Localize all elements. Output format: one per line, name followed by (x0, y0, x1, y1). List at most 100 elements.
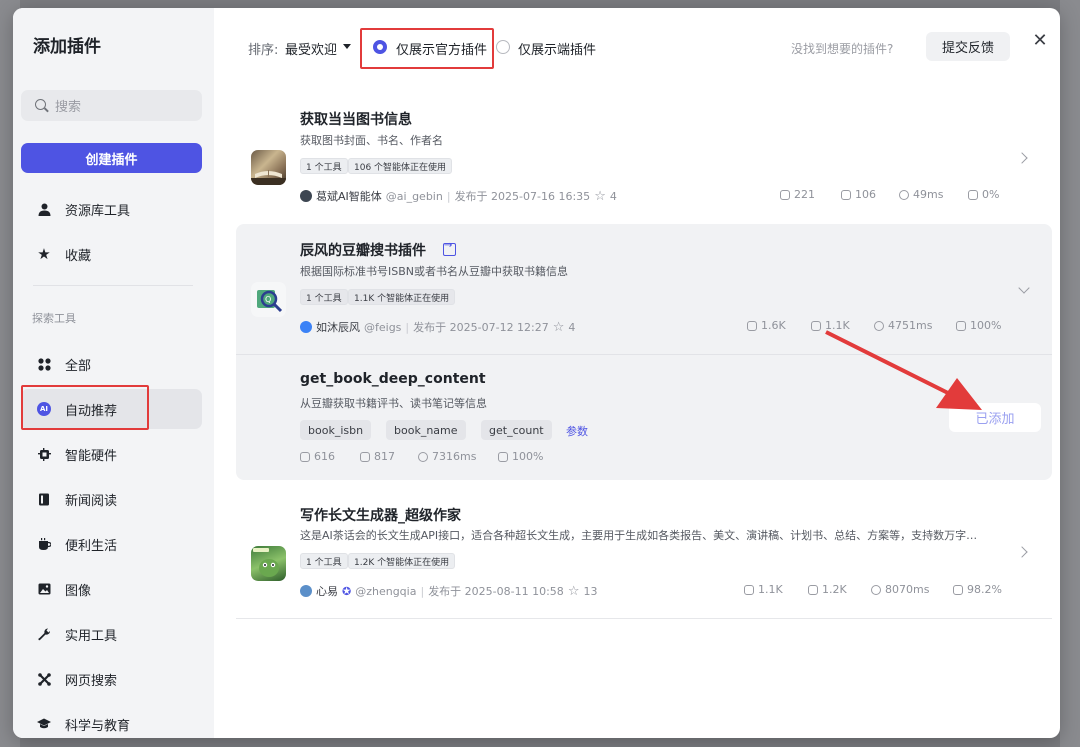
author-handle: @zhengqia (355, 584, 417, 598)
plugin-title[interactable]: 辰风的豆瓣搜书插件 (300, 240, 426, 260)
bot-icon (841, 189, 851, 200)
stat-value: 100% (970, 319, 1002, 332)
sidebar-item-library-tools[interactable]: 资源库工具 (21, 189, 202, 229)
sort-label: 排序: (248, 43, 279, 58)
plugin-icon-douban: Q (251, 282, 286, 317)
sidebar-item-favorites[interactable]: ★ 收藏 (21, 234, 202, 274)
open-link-icon[interactable] (443, 240, 456, 256)
star-icon: ★ (37, 245, 51, 263)
sidebar-item-label: 网页搜索 (65, 673, 118, 689)
create-plugin-button[interactable]: 创建插件 (21, 143, 202, 173)
star-icon: ☆ (567, 583, 580, 599)
radio-client-label[interactable]: 仅展示端插件 (518, 39, 596, 58)
sort-dropdown[interactable]: 最受欢迎 (285, 39, 337, 58)
stat-value: 100% (512, 450, 544, 463)
star-count: 4 (568, 320, 576, 334)
usage-count-tag: 1.2K 个智能体正在使用 (348, 553, 456, 569)
stat-value: 106 (855, 188, 876, 201)
robot-icon (747, 320, 757, 331)
sidebar-item-web-search[interactable]: 网页搜索 (21, 659, 202, 699)
stat-latency: 8070ms (871, 583, 929, 596)
param-chip: book_isbn (300, 420, 372, 440)
sidebar-divider (33, 285, 193, 286)
search-icon (35, 98, 49, 113)
usage-count-tag: 106 个智能体正在使用 (348, 158, 453, 174)
stat-success: 98.2% (953, 583, 1002, 596)
verified-icon: ✪ (342, 584, 352, 598)
bot-icon (360, 451, 370, 462)
separator: | (446, 189, 451, 203)
sidebar-item-convenient-life[interactable]: 便利生活 (21, 524, 202, 564)
plugin-meta: 葛斌AI智能体 @ai_gebin | 发布于 2025-07-16 16:35… (300, 188, 617, 204)
params-link[interactable]: 参数 (566, 423, 588, 439)
submit-feedback-button[interactable]: 提交反馈 (926, 32, 1010, 61)
sidebar-item-all[interactable]: 全部 (21, 344, 202, 384)
chevron-right-icon[interactable] (1016, 546, 1028, 558)
plugin-icon-super-writer (251, 546, 286, 581)
message-icon (498, 451, 508, 462)
svg-text:Q: Q (265, 295, 271, 304)
plugin-title[interactable]: 写作长文生成器_超级作家 (300, 505, 461, 525)
message-icon (956, 320, 966, 331)
stat-value: 1.1K (825, 319, 850, 332)
plugin-desc: 获取图书封面、书名、作者名 (300, 134, 443, 147)
sidebar-item-news-reading[interactable]: 新闻阅读 (21, 479, 202, 519)
stat-value: 221 (794, 188, 815, 201)
robot-icon (744, 584, 754, 595)
add-plugin-dialog: 添加插件 搜索 创建插件 资源库工具 ★ 收藏 探索工具 全部 AI 自动推荐 (13, 8, 1060, 738)
robot-icon (780, 189, 790, 200)
star-count: 4 (609, 189, 617, 203)
plugin-desc: 这是AI茶话会的长文生成API接口，适合各种超长文生成，主要用于生成如各类报告、… (300, 529, 978, 542)
main-panel: 排序: 最受欢迎 仅展示官方插件 仅展示端插件 没找到想要的插件? 提交反馈 ✕… (214, 8, 1060, 738)
separator: | (420, 584, 425, 598)
stat-bots: 817 (360, 450, 395, 463)
stat-bots: 1.1K (811, 319, 850, 332)
bot-icon (808, 584, 818, 595)
publish-date: 发布于 2025-08-11 10:58 (428, 585, 564, 598)
sidebar-item-label: 科学与教育 (65, 718, 131, 734)
sidebar-item-utility-tools[interactable]: 实用工具 (21, 614, 202, 654)
clock-icon (899, 189, 909, 200)
stat-value: 4751ms (888, 319, 933, 332)
clock-icon (418, 451, 428, 462)
avatar (300, 190, 312, 202)
person-icon (37, 202, 51, 216)
stat-calls: 1.1K (744, 583, 783, 596)
annotation-highlight-box (21, 385, 149, 430)
stat-latency: 49ms (899, 188, 943, 201)
robot-icon (300, 451, 310, 462)
graduation-cap-icon (37, 717, 51, 731)
author-name[interactable]: 心易 (316, 583, 338, 599)
stat-latency: 7316ms (418, 450, 476, 463)
divider (236, 354, 1052, 355)
plugin-meta: 心易 ✪ @zhengqia | 发布于 2025-08-11 10:58 ☆ … (300, 583, 597, 599)
sidebar-item-smart-hardware[interactable]: 智能硬件 (21, 434, 202, 474)
sidebar-item-image[interactable]: 图像 (21, 569, 202, 609)
search-input[interactable]: 搜索 (21, 90, 202, 121)
close-icon[interactable]: ✕ (1031, 32, 1049, 50)
caret-down-icon[interactable] (343, 44, 351, 49)
sidebar-item-label: 资源库工具 (65, 203, 131, 219)
stat-value: 616 (314, 450, 335, 463)
book-icon (37, 492, 51, 506)
sidebar-item-label: 收藏 (65, 248, 92, 264)
chevron-right-icon[interactable] (1016, 152, 1028, 164)
clock-icon (871, 584, 881, 595)
stat-success: 100% (498, 450, 543, 463)
message-icon (968, 189, 978, 200)
stat-value: 8070ms (885, 583, 930, 596)
added-button[interactable]: 已添加 (949, 403, 1041, 432)
author-name[interactable]: 如沐辰风 (316, 319, 360, 335)
sidebar-item-science-education[interactable]: 科学与教育 (21, 704, 202, 738)
tool-count-tag: 1 个工具 (300, 553, 348, 569)
author-handle: @ai_gebin (385, 189, 443, 203)
cross-icon (37, 672, 51, 686)
sidebar-item-label: 全部 (65, 358, 92, 374)
param-chip: book_name (386, 420, 466, 440)
author-name[interactable]: 葛斌AI智能体 (316, 188, 382, 204)
stat-value: 1.6K (761, 319, 786, 332)
plugin-title[interactable]: 获取当当图书信息 (300, 109, 412, 129)
radio-client-only[interactable] (496, 40, 510, 54)
stat-value: 1.2K (822, 583, 847, 596)
publish-date: 发布于 2025-07-16 16:35 (454, 190, 591, 203)
